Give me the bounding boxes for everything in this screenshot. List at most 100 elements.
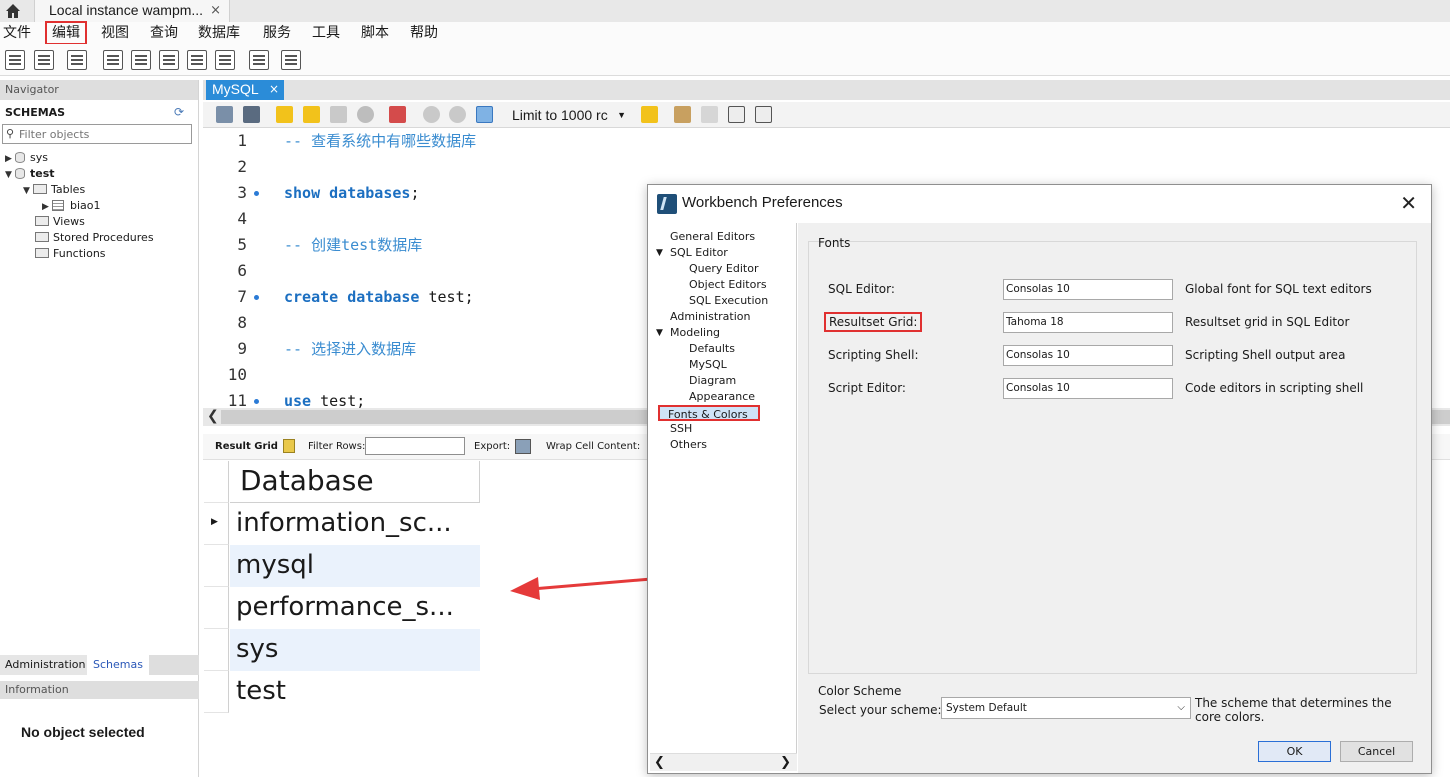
pref-tree-item[interactable]: Fonts & Colors <box>658 405 760 421</box>
close-icon[interactable]: ✕ <box>1400 191 1417 215</box>
home-icon[interactable] <box>4 2 22 20</box>
beautify-icon[interactable] <box>674 106 691 123</box>
scroll-right-icon[interactable]: ❯ <box>780 755 791 770</box>
pref-tree-item[interactable]: Others <box>670 437 707 453</box>
new-sql-tab-icon[interactable] <box>5 50 25 70</box>
tab-administration[interactable]: Administration <box>0 655 91 675</box>
commit-icon[interactable] <box>423 106 440 123</box>
pref-tree-item[interactable]: Defaults <box>689 341 735 357</box>
resultset-grid-font-input[interactable]: Tahoma 18 <box>1003 312 1173 333</box>
create-table-icon[interactable] <box>131 50 151 70</box>
collapse-icon[interactable]: ▼ <box>23 183 33 199</box>
cancel-button[interactable]: Cancel <box>1340 741 1413 762</box>
close-icon[interactable]: × <box>210 3 221 18</box>
tree-stored-procedures[interactable]: Stored Procedures <box>35 230 154 246</box>
expand-icon[interactable]: ▶ <box>42 199 52 215</box>
scroll-left-icon[interactable]: ❮ <box>207 408 219 424</box>
menu-file[interactable]: 文件 <box>3 23 31 43</box>
tree-horizontal-scrollbar[interactable]: ❮ ❯ <box>650 753 797 771</box>
pref-tree-item[interactable]: ▼ SQL Editor <box>656 245 728 261</box>
collapse-icon[interactable]: ▼ <box>656 325 663 341</box>
find-icon[interactable] <box>701 106 718 123</box>
code-line[interactable]: 2 <box>203 154 1450 180</box>
tree-tables[interactable]: ▼ Tables <box>23 182 85 198</box>
close-icon[interactable]: × <box>269 82 279 96</box>
export-icon[interactable] <box>515 439 531 454</box>
pref-tree-item[interactable]: Administration <box>670 309 751 325</box>
pref-tree-item[interactable]: Diagram <box>689 373 736 389</box>
result-grid-label[interactable]: Result Grid <box>215 441 278 452</box>
collapse-icon[interactable]: ▼ <box>656 245 663 261</box>
tree-table-biao1[interactable]: ▶ biao1 <box>42 198 101 214</box>
inspector-icon[interactable] <box>67 50 87 70</box>
create-view-icon[interactable] <box>159 50 179 70</box>
search-table-data-icon[interactable] <box>249 50 269 70</box>
filter-objects-box[interactable]: ⚲ <box>2 124 192 144</box>
connection-tab[interactable]: Local instance wampm... × <box>34 0 230 22</box>
menu-edit[interactable]: 编辑 <box>45 21 87 45</box>
execute-icon[interactable] <box>276 106 293 123</box>
invisible-chars-icon[interactable] <box>728 106 745 123</box>
scroll-left-icon[interactable]: ❮ <box>654 755 665 770</box>
scripting-shell-font-input[interactable]: Consolas 10 <box>1003 345 1173 366</box>
pref-tree-item[interactable]: SQL Execution <box>689 293 768 309</box>
limit-rows-select[interactable]: Limit to 1000 rc ▼ <box>510 105 628 125</box>
row-selector[interactable]: ▶ <box>204 503 229 545</box>
script-editor-font-input[interactable]: Consolas 10 <box>1003 378 1173 399</box>
word-wrap-icon[interactable] <box>755 106 772 123</box>
pref-tree-item[interactable]: Appearance <box>689 389 755 405</box>
menu-help[interactable]: 帮助 <box>410 23 438 43</box>
pref-tree-item[interactable]: Query Editor <box>689 261 758 277</box>
scheme-select[interactable]: System Default ⌵ <box>941 697 1191 719</box>
pref-tree-item[interactable]: MySQL <box>689 357 727 373</box>
pref-tree-item[interactable]: Object Editors <box>689 277 767 293</box>
stop-icon[interactable] <box>357 106 374 123</box>
collapse-icon[interactable]: ▼ <box>5 167 15 183</box>
refresh-icon[interactable]: ⟳ <box>174 105 184 119</box>
grid-cell[interactable]: mysql <box>230 545 480 587</box>
filter-rows-input[interactable] <box>365 437 465 455</box>
table-row[interactable]: test <box>204 671 480 713</box>
pref-tree-item[interactable]: ▼ Modeling <box>656 325 720 341</box>
row-selector[interactable] <box>204 629 229 671</box>
column-header-database[interactable]: Database <box>230 461 480 503</box>
explain-icon[interactable] <box>330 106 347 123</box>
menu-database[interactable]: 数据库 <box>198 23 240 43</box>
pref-tree-item[interactable]: General Editors <box>670 229 755 245</box>
grid-cell[interactable]: sys <box>230 629 480 671</box>
menu-view[interactable]: 视图 <box>101 23 129 43</box>
table-row[interactable]: mysql <box>204 545 480 587</box>
tab-schemas[interactable]: Schemas <box>87 655 149 675</box>
autocommit-icon[interactable] <box>476 106 493 123</box>
table-row[interactable]: sys <box>204 629 480 671</box>
grid-cell[interactable]: performance_s... <box>230 587 480 629</box>
filter-objects-input[interactable] <box>19 126 189 142</box>
execute-current-icon[interactable] <box>303 106 320 123</box>
pref-tree-item[interactable]: SSH <box>670 421 692 437</box>
rollback-icon[interactable] <box>449 106 466 123</box>
grid-cell[interactable]: test <box>230 671 480 713</box>
create-schema-icon[interactable] <box>103 50 123 70</box>
table-row[interactable]: performance_s... <box>204 587 480 629</box>
create-procedure-icon[interactable] <box>187 50 207 70</box>
schema-test[interactable]: ▼ test <box>5 166 55 182</box>
open-sql-script-icon[interactable] <box>34 50 54 70</box>
expand-icon[interactable]: ▶ <box>5 151 15 167</box>
row-selector[interactable] <box>204 671 229 713</box>
tree-functions[interactable]: Functions <box>35 246 106 262</box>
save-icon[interactable] <box>243 106 260 123</box>
ok-button[interactable]: OK <box>1258 741 1331 762</box>
menu-server[interactable]: 服务 <box>263 23 291 43</box>
reconnect-icon[interactable] <box>281 50 301 70</box>
open-file-icon[interactable] <box>216 106 233 123</box>
row-selector[interactable] <box>204 587 229 629</box>
add-snippet-icon[interactable] <box>641 106 658 123</box>
create-function-icon[interactable] <box>215 50 235 70</box>
schema-sys[interactable]: ▶ sys <box>5 150 48 166</box>
tree-views[interactable]: Views <box>35 214 85 230</box>
grid-view-icon[interactable] <box>283 439 295 453</box>
grid-cell[interactable]: information_sc... <box>230 503 480 545</box>
sql-editor-tab[interactable]: MySQL × <box>206 80 284 100</box>
menu-query[interactable]: 查询 <box>150 23 178 43</box>
row-selector[interactable] <box>204 545 229 587</box>
